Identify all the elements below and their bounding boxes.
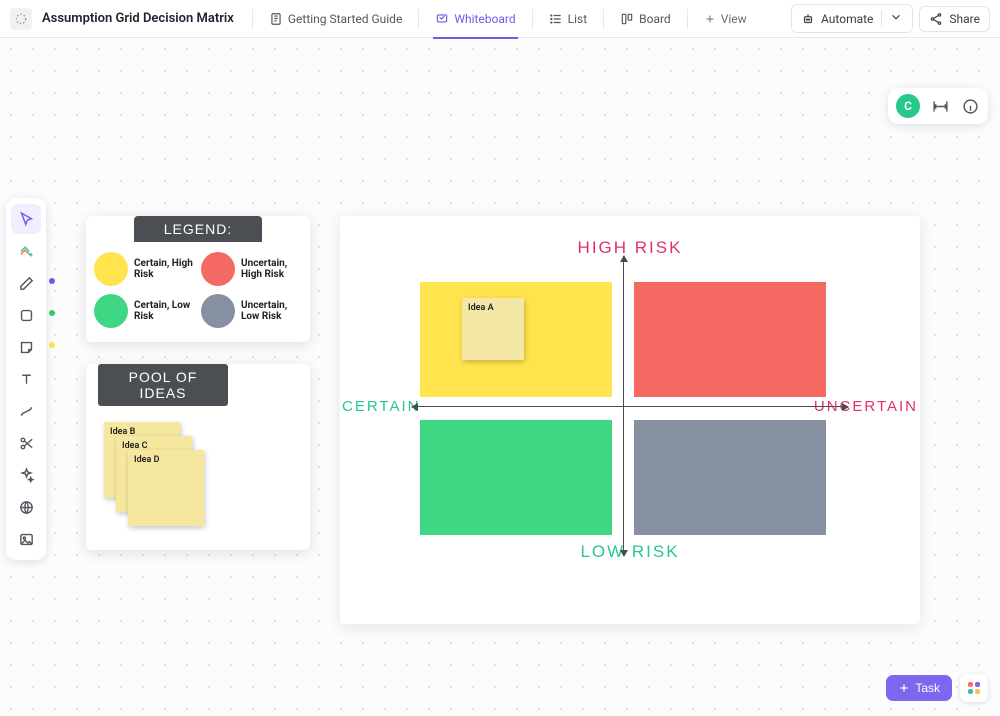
sticky-color-dot[interactable] bbox=[49, 342, 55, 348]
separator bbox=[252, 9, 253, 29]
top-bar: Assumption Grid Decision Matrix Getting … bbox=[0, 0, 1000, 38]
matrix-board[interactable]: HIGH RISK LOW RISK CERTAIN UNCERTAIN Ide… bbox=[340, 216, 920, 624]
tool-sticky[interactable] bbox=[11, 332, 41, 362]
tool-ai[interactable] bbox=[11, 460, 41, 490]
fit-width-icon[interactable] bbox=[930, 96, 950, 116]
legend-item: Certain, High Risk bbox=[94, 252, 195, 286]
tool-shape[interactable] bbox=[11, 300, 41, 330]
tool-web[interactable] bbox=[11, 492, 41, 522]
tool-templates[interactable] bbox=[11, 236, 41, 266]
sticky-stack: Idea B Idea C Idea D bbox=[104, 422, 310, 532]
separator bbox=[687, 9, 688, 29]
legend-panel[interactable]: LEGEND: Certain, High Risk Uncertain, Hi… bbox=[86, 216, 310, 342]
tab-add-view[interactable]: View bbox=[694, 0, 757, 38]
info-icon[interactable] bbox=[960, 96, 980, 116]
legend-header: LEGEND: bbox=[134, 216, 262, 242]
user-avatar[interactable]: C bbox=[896, 94, 920, 118]
tool-connector[interactable] bbox=[11, 396, 41, 426]
whiteboard-canvas[interactable]: C bbox=[0, 38, 1000, 716]
bottom-right-controls: Task bbox=[886, 674, 988, 702]
axis-label-left: CERTAIN bbox=[342, 398, 420, 415]
tab-board[interactable]: Board bbox=[610, 0, 681, 38]
tab-label: Whiteboard bbox=[454, 12, 515, 26]
task-label: Task bbox=[915, 681, 940, 695]
tab-label: View bbox=[721, 12, 747, 26]
axis-horizontal bbox=[412, 406, 848, 407]
automate-label: Automate bbox=[821, 12, 873, 26]
swatch-grey bbox=[201, 294, 235, 328]
quadrant-uncertain-low[interactable] bbox=[634, 420, 826, 535]
sticky-note[interactable]: Idea D bbox=[128, 450, 204, 526]
share-label: Share bbox=[949, 12, 980, 26]
share-button[interactable]: Share bbox=[919, 6, 990, 32]
tab-label: List bbox=[568, 12, 588, 26]
tool-pen[interactable] bbox=[11, 268, 41, 298]
swatch-yellow bbox=[94, 252, 128, 286]
legend-item: Certain, Low Risk bbox=[94, 294, 195, 328]
doc-icon[interactable] bbox=[10, 8, 32, 30]
apps-button[interactable] bbox=[960, 674, 988, 702]
quadrant-uncertain-high[interactable] bbox=[634, 282, 826, 397]
tab-whiteboard[interactable]: Whiteboard bbox=[425, 0, 525, 38]
legend-item: Uncertain, High Risk bbox=[201, 252, 302, 286]
whiteboard-toolbar bbox=[6, 198, 46, 560]
tab-label: Board bbox=[639, 12, 671, 26]
separator bbox=[418, 9, 419, 29]
swatch-green bbox=[94, 294, 128, 328]
tool-scissors[interactable] bbox=[11, 428, 41, 458]
automate-button[interactable]: Automate bbox=[791, 4, 913, 33]
sticky-idea-a[interactable]: Idea A bbox=[462, 298, 524, 360]
tool-text[interactable] bbox=[11, 364, 41, 394]
quadrant-certain-low[interactable] bbox=[420, 420, 612, 535]
separator bbox=[532, 9, 533, 29]
swatch-red bbox=[201, 252, 235, 286]
presence-chip: C bbox=[888, 88, 988, 124]
tool-image[interactable] bbox=[11, 524, 41, 554]
pen-color-dot[interactable] bbox=[49, 278, 55, 284]
axis-label-top: HIGH RISK bbox=[578, 238, 683, 258]
axis-label-bottom: LOW RISK bbox=[580, 542, 679, 562]
pool-header: POOL OF IDEAS bbox=[98, 364, 228, 406]
tab-label: Getting Started Guide bbox=[288, 12, 402, 26]
pool-panel[interactable]: POOL OF IDEAS Idea B Idea C Idea D bbox=[86, 364, 310, 550]
tab-getting-started[interactable]: Getting Started Guide bbox=[259, 0, 412, 38]
new-task-button[interactable]: Task bbox=[886, 675, 952, 701]
tool-select[interactable] bbox=[11, 204, 41, 234]
tab-list[interactable]: List bbox=[539, 0, 598, 38]
page-title[interactable]: Assumption Grid Decision Matrix bbox=[42, 11, 234, 26]
legend-item: Uncertain, Low Risk bbox=[201, 294, 302, 328]
separator bbox=[603, 9, 604, 29]
shape-color-dot[interactable] bbox=[49, 310, 55, 316]
chevron-down-icon[interactable] bbox=[881, 10, 903, 27]
